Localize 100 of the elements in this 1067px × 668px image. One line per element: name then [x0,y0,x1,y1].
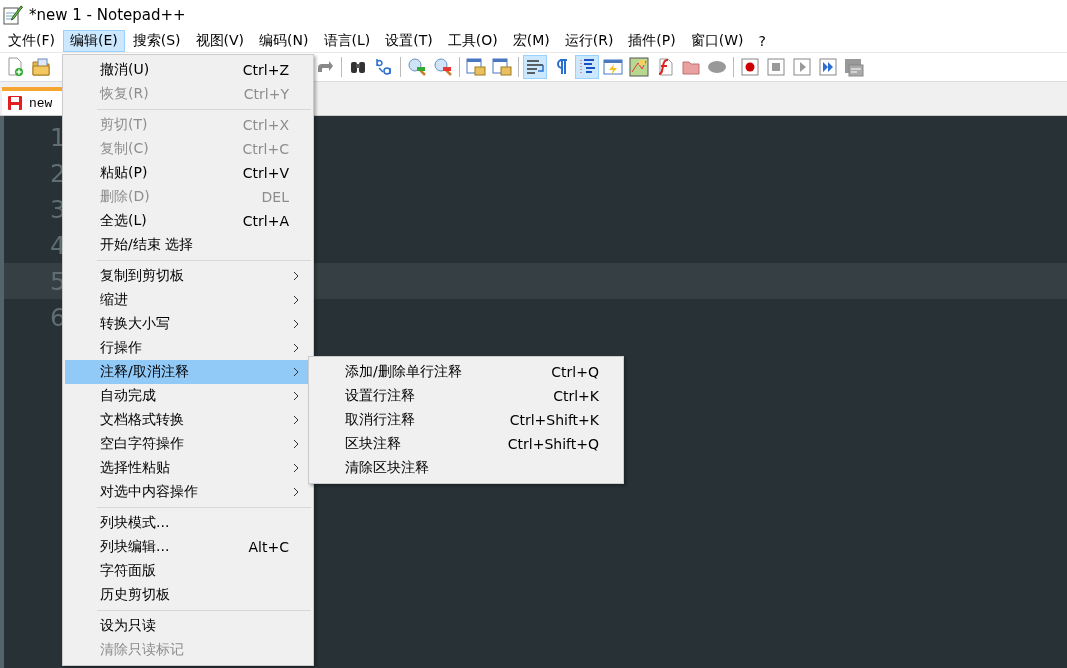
menu-item[interactable]: ? [751,30,773,52]
menu-item[interactable]: 编辑(E) [63,30,125,52]
menu-item[interactable]: 设置(T) [378,30,440,52]
menu-item[interactable]: 列块模式... [65,511,311,535]
menu-item[interactable]: 设为只读 [65,614,311,638]
menu-item-label: 全选(L) [100,212,147,230]
menu-item[interactable]: 复制到剪切板 [65,264,311,288]
horizontal-sync-icon [492,57,512,77]
shortcut-label: Ctrl+Z [242,62,290,78]
menu-item[interactable]: 空白字符操作 [65,432,311,456]
chevron-icon [293,295,299,305]
menu-item-label: 开始/结束 选择 [100,236,194,254]
open-folder-icon [31,57,51,77]
notepad-icon [3,5,23,25]
menu-item[interactable]: 搜索(S) [125,30,188,52]
menu-item-label: 撤消(U) [100,61,150,79]
menu-item-label: 列块模式... [100,514,170,532]
window-title: *new 1 - Notepad++ [29,6,186,24]
menu-item-label: 注释/取消注释 [100,363,189,381]
menu-item[interactable]: 宏(M) [505,30,557,52]
menu-item[interactable]: 对选中内容操作 [65,480,311,504]
fast-forward-button[interactable] [816,55,840,79]
menu-item[interactable]: 区块注释 Ctrl+Shift+Q [311,432,621,456]
shortcut-label: DEL [261,189,290,205]
map-button[interactable] [627,55,651,79]
menu-item-label: 对选中内容操作 [100,483,198,501]
horizontal-sync-button[interactable] [490,55,514,79]
word-wrap-button[interactable] [523,55,547,79]
menu-item[interactable]: 文档格式转换 [65,408,311,432]
chevron-icon [293,367,299,377]
menu-item[interactable]: 语言(L) [316,30,378,52]
menu-item[interactable]: 设置行注释 Ctrl+K [311,384,621,408]
indent-guide-button[interactable] [575,55,599,79]
menu-item[interactable]: 字符面版 [65,559,311,583]
menu-item[interactable]: 列块编辑... Alt+C [65,535,311,559]
shortcut-label: Ctrl+A [242,213,290,229]
menu-item[interactable]: 缩进 [65,288,311,312]
vertical-sync-button[interactable] [464,55,488,79]
open-folder-button[interactable] [29,55,53,79]
shortcut-label: Alt+C [248,539,290,555]
menu-item-label: 转换大小写 [100,315,170,333]
menu-item[interactable]: 视图(V) [188,30,252,52]
menu-item-label: 列块编辑... [100,538,170,556]
menu-item[interactable]: 运行(R) [557,30,621,52]
chevron-icon [293,343,299,353]
stop-icon [766,57,786,77]
shortcut-label: Ctrl+Shift+K [509,412,600,428]
menu-item-label: 粘贴(P) [100,164,148,182]
menu-item-label: 复制(C) [100,140,149,158]
menu-item[interactable]: 插件(P) [621,30,683,52]
menu-item-label: 设置行注释 [345,387,415,405]
menu-item[interactable]: 工具(O) [440,30,505,52]
menu-item-label: 清除区块注释 [345,459,429,477]
menu-item-label: 文档格式转换 [100,411,184,429]
menu-item-label: 缩进 [100,291,128,309]
chevron-icon [293,415,299,425]
menu-item[interactable]: 清除区块注释 [311,456,621,480]
record-button[interactable] [738,55,762,79]
menu-item[interactable]: 自动完成 [65,384,311,408]
menu-item[interactable]: 选择性粘贴 [65,456,311,480]
menu-item-label: 剪切(T) [100,116,148,134]
menu-item[interactable]: 粘贴(P) Ctrl+V [65,161,311,185]
menu-item[interactable]: 添加/删除单行注释 Ctrl+Q [311,360,621,384]
tab-label: new [29,95,53,111]
menu-item[interactable]: 全选(L) Ctrl+A [65,209,311,233]
chevron-icon [293,439,299,449]
menu-item-label: 历史剪切板 [100,586,170,604]
menu-item-label: 自动完成 [100,387,156,405]
menu-item-label: 清除只读标记 [100,641,184,659]
shortcut-label: Ctrl+Shift+Q [507,436,600,452]
shortcut-label: Ctrl+K [553,388,600,404]
record-icon [740,57,760,77]
zoom-out-icon [433,57,453,77]
menu-item-label: 选择性粘贴 [100,459,170,477]
menu-item-label: 行操作 [100,339,142,357]
shortcut-label: Ctrl+X [242,117,290,133]
menu-item[interactable]: 撤消(U) Ctrl+Z [65,58,311,82]
zoom-in-icon [407,57,427,77]
play-button[interactable] [790,55,814,79]
chevron-icon [293,487,299,497]
shortcut-label: Ctrl+Y [243,86,290,102]
menu-item[interactable]: 编码(N) [252,30,316,52]
chevron-icon [293,271,299,281]
menu-item[interactable]: 文件(F) [1,30,62,52]
line-number: 1 [49,122,66,152]
menu-item[interactable]: 取消行注释 Ctrl+Shift+K [311,408,621,432]
map-icon [629,57,649,77]
word-wrap-icon [525,57,545,77]
menu-item-label: 取消行注释 [345,411,415,429]
menu-item[interactable]: 转换大小写 [65,312,311,336]
menu-item[interactable]: 行操作 [65,336,311,360]
menu-item-label: 设为只读 [100,617,156,635]
stop-button[interactable] [764,55,788,79]
chevron-icon [293,391,299,401]
menu-item[interactable]: 开始/结束 选择 [65,233,311,257]
chevron-icon [293,463,299,473]
save-macro-icon [844,57,864,77]
menu-item[interactable]: 窗口(W) [683,30,751,52]
menu-item[interactable]: 注释/取消注释 [65,360,311,384]
menu-item[interactable]: 历史剪切板 [65,583,311,607]
